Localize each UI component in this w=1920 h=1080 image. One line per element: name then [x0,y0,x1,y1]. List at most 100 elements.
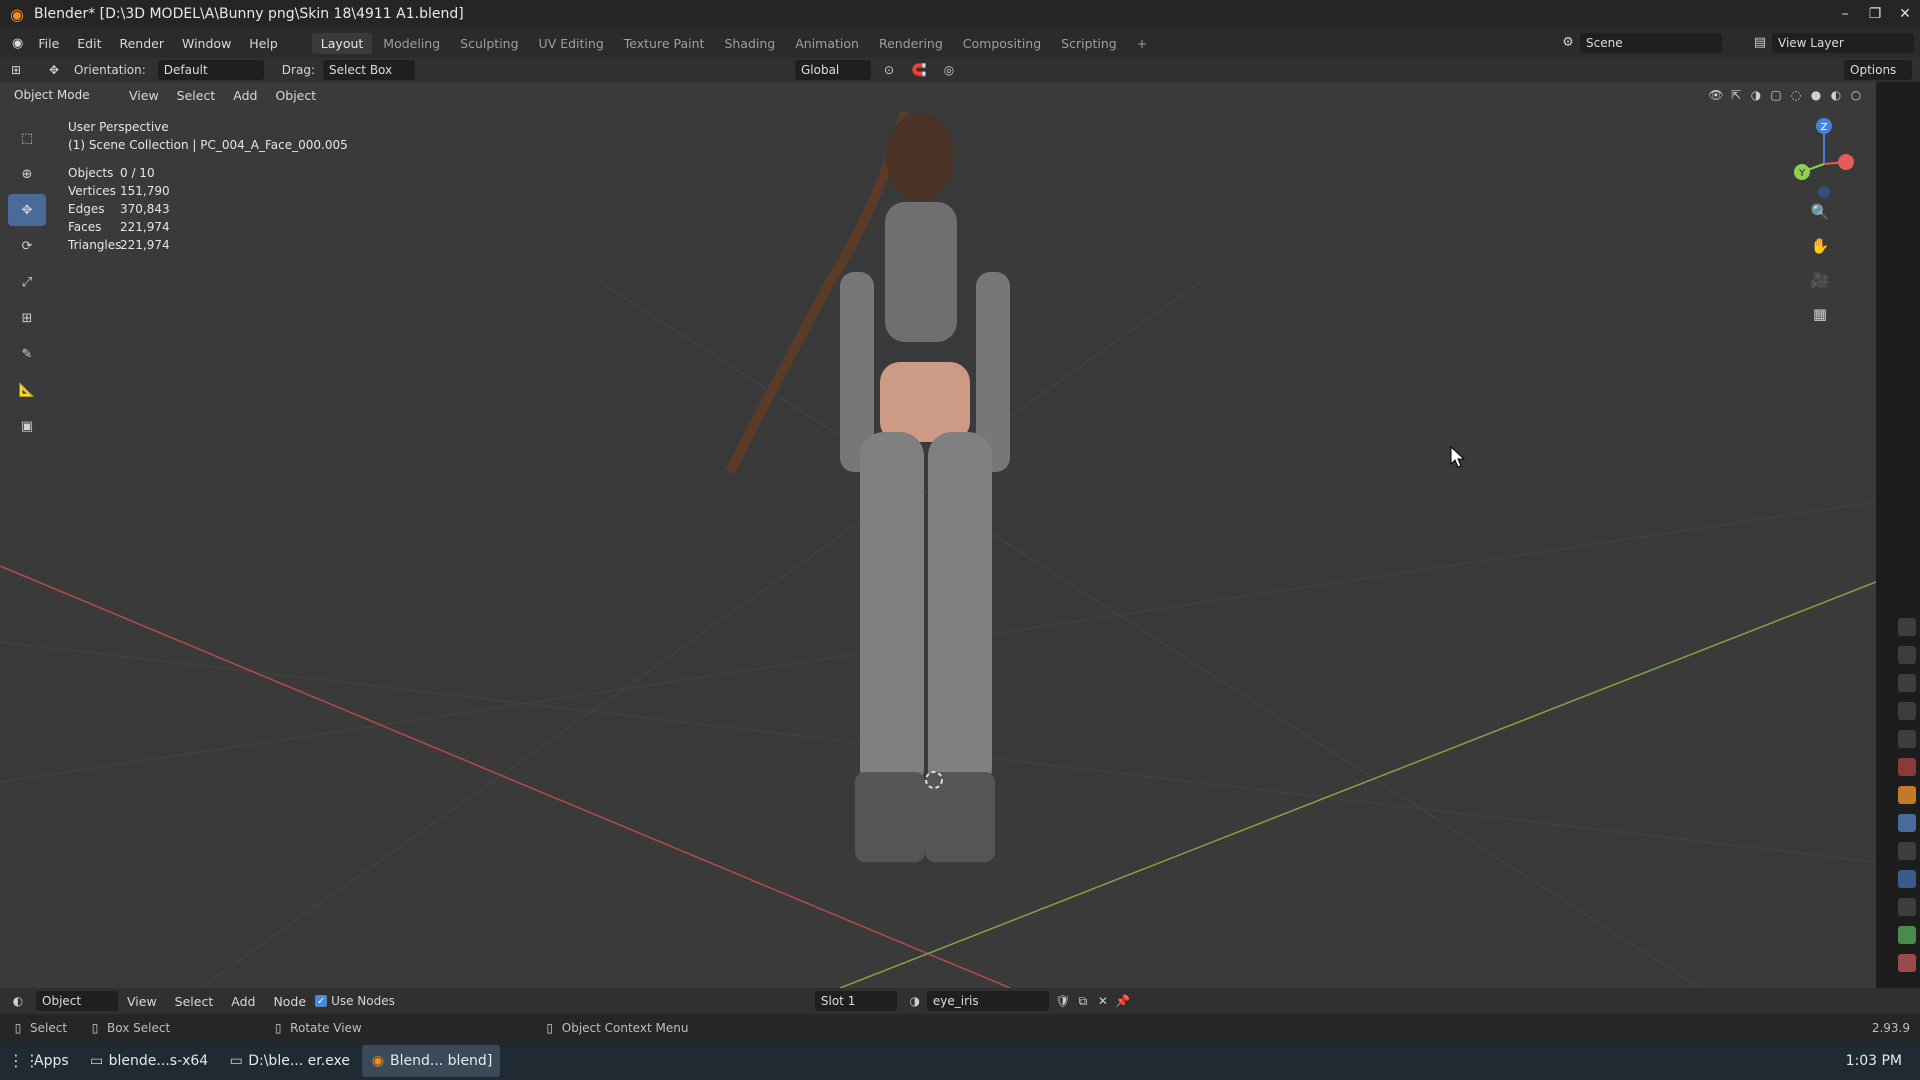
tool-props-icon[interactable] [1898,618,1916,636]
taskbar-item[interactable]: ▭ blende...s-x64 [81,1045,217,1077]
duplicate-material-icon[interactable]: ⧉ [1075,993,1091,1009]
add-workspace-button[interactable]: + [1128,33,1156,54]
scale-tool-icon[interactable]: ⤢ [8,266,46,298]
proportional-edit-icon[interactable]: ◎ [941,62,957,78]
add-cube-tool-icon[interactable]: ▣ [8,410,46,442]
zoom-icon[interactable]: 🔍 [1810,202,1830,222]
slot-dropdown[interactable]: Slot 1 [814,991,897,1011]
options-dropdown[interactable]: Options [1844,60,1912,80]
pin-icon[interactable]: 📌 [1115,993,1131,1009]
tab-shading[interactable]: Shading [715,33,784,54]
tab-compositing[interactable]: Compositing [954,33,1050,54]
modifier-props-icon[interactable] [1898,814,1916,832]
overlay-toggle-icon[interactable]: ◑ [1748,87,1764,103]
orientation-dropdown[interactable]: Default [157,60,264,80]
physics-props-icon[interactable] [1898,870,1916,888]
mode-dropdown[interactable]: Object Mode [8,85,120,105]
node-menu-view[interactable]: View [118,994,166,1009]
3d-viewport[interactable]: Object Mode View Select Add Object 👁 ⇱ ◑… [0,82,1876,988]
scene-selector[interactable]: Scene [1580,33,1722,53]
constraints-props-icon[interactable] [1898,898,1916,916]
shader-type-dropdown[interactable]: Object [36,991,118,1011]
close-button[interactable]: ✕ [1890,0,1920,28]
navigation-tools: 🔍 ✋ 🎥 ▦ [1810,202,1830,324]
mouse-left-icon: ▯ [14,1021,22,1035]
object-props-icon[interactable] [1898,786,1916,804]
window-icon: ▭ [90,1053,104,1069]
xray-icon[interactable]: ▢ [1768,87,1784,103]
measure-tool-icon[interactable]: 📐 [8,374,46,406]
mouse-drag-icon: ▯ [91,1021,99,1035]
pivot-icon[interactable]: ⊙ [881,62,897,78]
scene-props-icon[interactable] [1898,730,1916,748]
node-menu-add[interactable]: Add [222,994,264,1009]
unlink-material-icon[interactable]: ✕ [1095,993,1111,1009]
tab-animation[interactable]: Animation [786,33,868,54]
wireframe-shading-icon[interactable]: ◌ [1788,87,1804,103]
navigation-gizmo[interactable]: Z Y [1784,114,1864,204]
minimize-button[interactable]: – [1830,0,1860,28]
world-props-icon[interactable] [1898,758,1916,776]
use-nodes-checkbox[interactable]: ✓ [315,995,328,1007]
menu-help[interactable]: Help [240,36,287,51]
taskbar-item[interactable]: ▭ D:\ble... er.exe [220,1045,358,1077]
rendered-shading-icon[interactable]: ○ [1848,87,1864,103]
drag-value: Select Box [328,63,393,77]
move-tool-button[interactable]: ✥ [8,194,46,226]
output-props-icon[interactable] [1898,674,1916,692]
viewport-menu-select[interactable]: Select [168,88,225,103]
particles-props-icon[interactable] [1898,842,1916,860]
camera-view-icon[interactable]: 🎥 [1810,270,1830,290]
material-name-field[interactable]: eye_iris [926,991,1049,1011]
node-menu-select[interactable]: Select [166,994,223,1009]
render-props-icon[interactable] [1898,646,1916,664]
view-layer-props-icon[interactable] [1898,702,1916,720]
visibility-icon[interactable]: 👁 [1708,87,1724,103]
apps-grid-icon[interactable]: ⋮⋮ [8,1053,40,1069]
tab-uv-editing[interactable]: UV Editing [530,33,613,54]
tab-sculpting[interactable]: Sculpting [451,33,527,54]
material-props-icon[interactable] [1898,954,1916,972]
menu-render[interactable]: Render [110,36,173,51]
blender-menu-icon[interactable]: ◉ [12,36,23,51]
taskbar-item-active[interactable]: ◉ Blend... blend] [362,1045,501,1077]
status-box-select: Box Select [107,1021,171,1035]
solid-shading-icon[interactable]: ● [1808,87,1824,103]
editor-type-icon[interactable]: ◐ [10,993,26,1009]
menu-edit[interactable]: Edit [68,36,110,51]
fake-user-icon[interactable]: 🛡 [1055,993,1071,1009]
annotate-tool-icon[interactable]: ✎ [8,338,46,370]
maximize-button[interactable]: ❐ [1860,0,1890,28]
editor-type-icon[interactable]: ⊞ [8,62,24,78]
drag-dropdown[interactable]: Select Box [322,60,415,80]
apps-label[interactable]: Apps [34,1053,69,1069]
transform-orientation-dropdown[interactable]: Global [794,60,871,80]
node-menu-node[interactable]: Node [264,994,315,1009]
rotate-tool-icon[interactable]: ⟳ [8,230,46,262]
menu-window[interactable]: Window [173,36,240,51]
drag-label: Drag: [281,63,315,77]
tab-rendering[interactable]: Rendering [870,33,952,54]
mode-value: Object Mode [14,88,90,102]
select-tool-icon[interactable]: ⬚ [8,122,46,154]
viewport-header: Object Mode View Select Add Object 👁 ⇱ ◑… [0,82,1876,108]
viewport-menu-view[interactable]: View [120,88,168,103]
ortho-grid-icon[interactable]: ▦ [1810,304,1830,324]
tab-modeling[interactable]: Modeling [374,33,449,54]
tab-layout[interactable]: Layout [311,32,373,54]
transform-tool-icon[interactable]: ⊞ [8,302,46,334]
data-props-icon[interactable] [1898,926,1916,944]
viewport-menu-object[interactable]: Object [266,88,325,103]
gizmo-z-label: Z [1821,122,1828,133]
tab-scripting[interactable]: Scripting [1052,33,1126,54]
material-icon[interactable]: ◑ [907,993,923,1009]
view-layer-selector[interactable]: View Layer [1772,33,1914,53]
gizmo-toggle-icon[interactable]: ⇱ [1728,87,1744,103]
pan-hand-icon[interactable]: ✋ [1810,236,1830,256]
menu-file[interactable]: File [29,36,68,51]
tab-texture-paint[interactable]: Texture Paint [615,33,714,54]
snap-icon[interactable]: 🧲 [911,62,927,78]
cursor-tool-icon[interactable]: ⊕ [8,158,46,190]
material-shading-icon[interactable]: ◐ [1828,87,1844,103]
viewport-menu-add[interactable]: Add [224,88,266,103]
